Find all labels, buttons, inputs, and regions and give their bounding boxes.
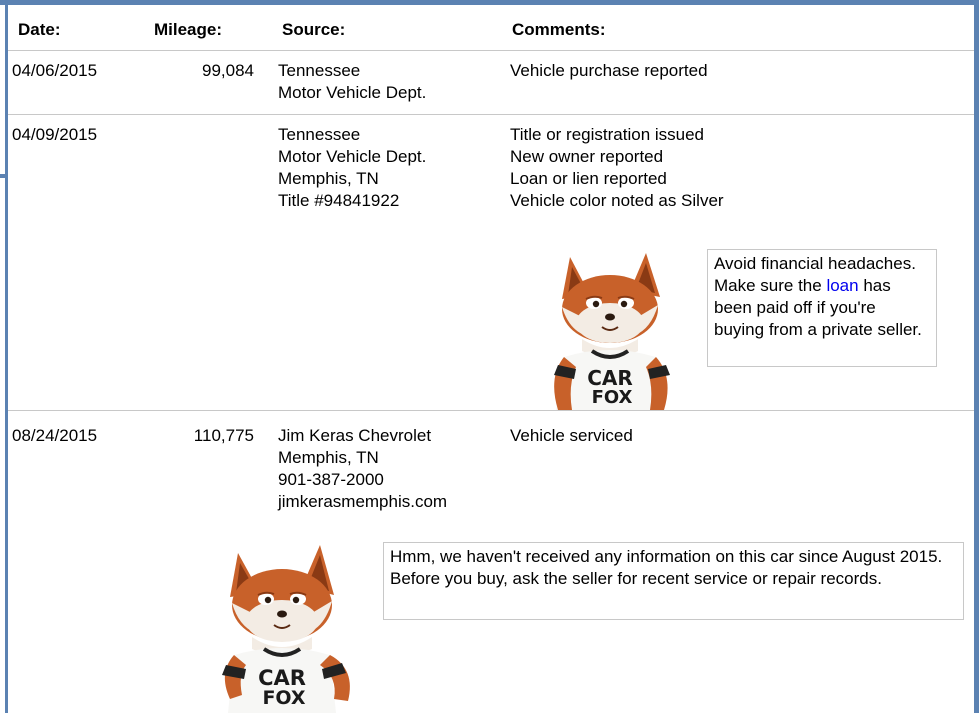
service-tip-text: Hmm, we haven't received any information…	[390, 547, 943, 588]
comment-line: Loan or lien reported	[510, 169, 667, 188]
comment-line: Vehicle purchase reported	[510, 61, 708, 80]
header-comments: Comments:	[512, 20, 606, 39]
frame-left-tick	[0, 174, 5, 178]
row-date: 04/09/2015	[12, 125, 98, 144]
row-comments: Title or registration issued New owner r…	[510, 124, 724, 212]
table-row: 08/24/2015 110,775 Jim Keras Chevrolet M…	[8, 411, 974, 713]
header-date: Date:	[18, 20, 61, 39]
source-line: Tennessee	[278, 61, 361, 80]
loan-link[interactable]: loan	[826, 276, 858, 295]
carfox-mascot-image: CAR FOX	[208, 541, 368, 713]
comment-line: Title or registration issued	[510, 125, 705, 144]
service-tip-box: Hmm, we haven't received any information…	[383, 542, 964, 620]
row-mileage: 99,084	[202, 61, 254, 80]
source-line: Title #94841922	[278, 191, 400, 210]
fox-icon: CAR FOX	[222, 545, 350, 713]
row-source: Tennessee Motor Vehicle Dept. Memphis, T…	[278, 124, 426, 212]
source-line: 901-387-2000	[278, 470, 384, 489]
source-line: Tennessee	[278, 125, 361, 144]
shirt-text-line2: FOX	[592, 387, 633, 408]
comment-line: Vehicle serviced	[510, 426, 633, 445]
loan-tip-box: Avoid financial headaches. Make sure the…	[707, 249, 937, 367]
row-comments: Vehicle purchase reported	[510, 60, 708, 82]
history-frame: Date: Mileage: Source: Comments: 04/06/2…	[0, 0, 979, 713]
carfox-mascot-image: CAR FOX	[542, 247, 682, 410]
comment-line: Vehicle color noted as Silver	[510, 191, 724, 210]
row-source: Tennessee Motor Vehicle Dept.	[278, 60, 426, 104]
frame-right-border	[974, 5, 979, 713]
history-table-header: Date: Mileage: Source: Comments:	[8, 5, 974, 51]
source-line: Motor Vehicle Dept.	[278, 83, 427, 102]
table-row: 04/06/2015 99,084 Tennessee Motor Vehicl…	[8, 51, 974, 115]
row-mileage: 110,775	[193, 426, 254, 445]
shirt-text-line2: FOX	[262, 687, 305, 709]
row-source: Jim Keras Chevrolet Memphis, TN 901-387-…	[278, 425, 447, 513]
row-comments: Vehicle serviced	[510, 425, 633, 447]
row-date: 08/24/2015	[12, 426, 98, 445]
source-line: Memphis, TN	[278, 448, 379, 467]
source-line: Jim Keras Chevrolet	[278, 426, 432, 445]
row-date: 04/06/2015	[12, 61, 98, 80]
header-source: Source:	[282, 20, 346, 39]
table-row: 04/09/2015 Tennessee Motor Vehicle Dept.…	[8, 115, 974, 411]
comment-line: New owner reported	[510, 147, 664, 166]
source-line: Memphis, TN	[278, 169, 379, 188]
header-mileage: Mileage:	[154, 20, 223, 39]
source-line: Motor Vehicle Dept.	[278, 147, 427, 166]
source-line: jimkerasmemphis.com	[278, 492, 448, 511]
fox-icon: CAR FOX	[554, 253, 670, 410]
